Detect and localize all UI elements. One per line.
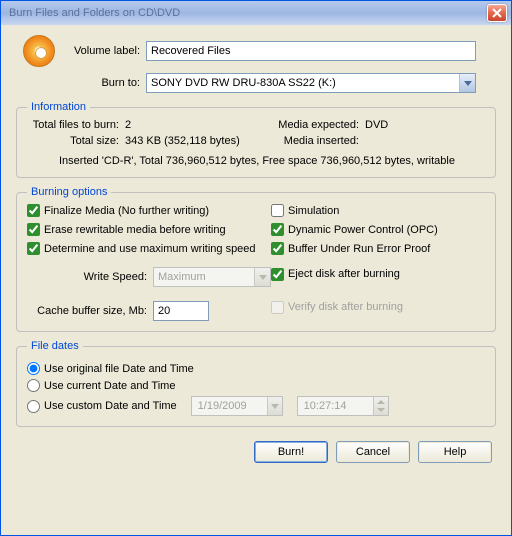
info-grid: Total files to burn: 2 Media expected: D…	[27, 119, 485, 147]
custom-time-value: 10:27:14	[304, 400, 373, 412]
chevron-down-icon	[267, 397, 282, 415]
disc-icon-cell	[16, 35, 62, 67]
radio-current-date[interactable]: Use current Date and Time	[27, 379, 485, 392]
information-legend: Information	[27, 101, 90, 113]
cache-input[interactable]	[153, 301, 209, 321]
spinner-icon	[373, 397, 388, 415]
erase-checkbox[interactable]: Erase rewritable media before writing	[27, 223, 271, 236]
help-button[interactable]: Help	[418, 441, 492, 463]
volume-label-row: Volume label:	[16, 35, 496, 67]
options-grid: Finalize Media (No further writing) Simu…	[27, 204, 485, 321]
simulation-checkbox[interactable]: Simulation	[271, 204, 485, 217]
custom-date-row: Use custom Date and Time 1/19/2009 10:27…	[27, 396, 485, 416]
files-label: Total files to burn:	[27, 119, 125, 131]
files-value: 2	[125, 119, 275, 131]
cache-row: Cache buffer size, Mb:	[27, 301, 271, 321]
volume-label-text: Volume label:	[62, 45, 146, 57]
size-value: 343 KB (352,118 bytes)	[125, 135, 275, 147]
burn-to-select[interactable]: SONY DVD RW DRU-830A SS22 (K:)	[146, 73, 476, 93]
button-row: Burn! Cancel Help	[16, 431, 496, 463]
burn-to-row: Burn to: SONY DVD RW DRU-830A SS22 (K:)	[16, 73, 496, 93]
dialog-content: Volume label: Burn to: SONY DVD RW DRU-8…	[1, 25, 511, 473]
close-icon	[492, 8, 502, 18]
titlebar: Burn Files and Folders on CD\DVD	[1, 1, 511, 25]
information-group: Information Total files to burn: 2 Media…	[16, 101, 496, 178]
write-speed-label: Write Speed:	[27, 271, 153, 283]
chevron-down-icon	[254, 268, 270, 286]
dpc-checkbox[interactable]: Dynamic Power Control (OPC)	[271, 223, 485, 236]
cache-label: Cache buffer size, Mb:	[27, 305, 153, 317]
custom-date-value: 1/19/2009	[198, 400, 267, 412]
close-button[interactable]	[487, 4, 507, 22]
chevron-down-icon	[459, 74, 475, 92]
verify-checkbox: Verify disk after burning	[271, 293, 485, 321]
volume-label-input[interactable]	[146, 41, 476, 61]
custom-time-picker: 10:27:14	[297, 396, 389, 416]
media-expected-value: DVD	[365, 119, 445, 131]
radio-custom-date[interactable]: Use custom Date and Time	[27, 400, 177, 413]
file-dates-group: File dates Use original file Date and Ti…	[16, 340, 496, 427]
window-title: Burn Files and Folders on CD\DVD	[9, 7, 487, 19]
radio-original-date[interactable]: Use original file Date and Time	[27, 362, 485, 375]
custom-date-picker: 1/19/2009	[191, 396, 283, 416]
media-inserted-label: Media inserted:	[275, 135, 365, 147]
eject-checkbox[interactable]: Eject disk after burning	[271, 261, 485, 287]
cancel-button[interactable]: Cancel	[336, 441, 410, 463]
burn-to-value: SONY DVD RW DRU-830A SS22 (K:)	[151, 77, 459, 89]
write-speed-row: Write Speed: Maximum	[27, 267, 271, 287]
burn-to-label: Burn to:	[62, 77, 146, 89]
media-inserted-value	[365, 135, 445, 147]
burning-options-group: Burning options Finalize Media (No furth…	[16, 186, 496, 332]
write-speed-value: Maximum	[158, 271, 254, 283]
media-expected-label: Media expected:	[275, 119, 365, 131]
size-label: Total size:	[27, 135, 125, 147]
finalize-checkbox[interactable]: Finalize Media (No further writing)	[27, 204, 271, 217]
inserted-media-status: Inserted 'CD-R', Total 736,960,512 bytes…	[27, 155, 485, 167]
dialog-window: Burn Files and Folders on CD\DVD Volume …	[0, 0, 512, 536]
determine-speed-checkbox[interactable]: Determine and use maximum writing speed	[27, 242, 271, 255]
disc-icon	[23, 35, 55, 67]
buffer-underrun-checkbox[interactable]: Buffer Under Run Error Proof	[271, 242, 485, 255]
write-speed-select: Maximum	[153, 267, 271, 287]
burning-options-legend: Burning options	[27, 186, 111, 198]
burn-button[interactable]: Burn!	[254, 441, 328, 463]
file-dates-legend: File dates	[27, 340, 83, 352]
